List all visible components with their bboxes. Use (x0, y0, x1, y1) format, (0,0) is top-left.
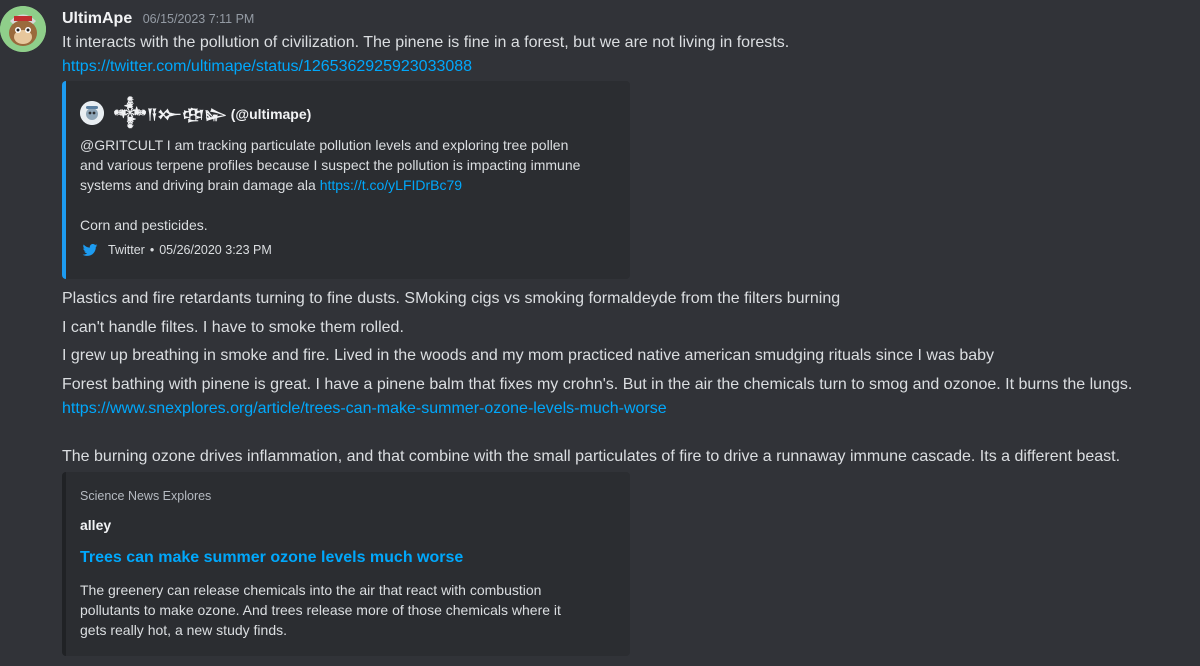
embed-description-line: systems and driving brain damage ala htt… (80, 175, 620, 195)
twitter-embed: 𒀱𒀀𒁍𒂦𒇽 (@ultimape) @GRITCULT I am trackin… (62, 81, 630, 279)
embed-author-avatar[interactable] (80, 101, 104, 125)
embed-footer-source: Twitter (108, 243, 145, 257)
message-text-line: The burning ozone drives inflammation, a… (62, 448, 1121, 465)
article-link[interactable]: https://www.snexplores.org/article/trees… (62, 398, 667, 420)
message-text-line: Plastics and fire retardants turning to … (62, 290, 841, 307)
embed-description: The greenery can release chemicals into … (80, 580, 620, 640)
ape-avatar-icon (0, 6, 46, 52)
embed-description-line: Corn and pesticides. (80, 217, 208, 233)
embed-title-link[interactable]: Trees can make summer ozone levels much … (80, 549, 463, 567)
embed-description-line: The greenery can release chemicals into … (80, 582, 542, 598)
message-text-line: I can't handle filtes. I have to smoke t… (62, 319, 404, 336)
embed-provider[interactable]: Science News Explores (80, 489, 211, 503)
footer-separator: • (149, 243, 155, 257)
embed-description-line: gets really hot, a new study finds. (80, 622, 287, 638)
twitter-bird-icon (82, 244, 98, 256)
embed-footer-date: 05/26/2020 3:23 PM (159, 243, 272, 257)
article-embed: Science News Explores alley Trees can ma… (62, 472, 630, 656)
robot-avatar-icon (80, 101, 104, 125)
username[interactable]: UltimApe (62, 10, 132, 27)
embed-author: 𒀱𒀀𒁍𒂦𒇽 (@ultimape) (80, 101, 311, 125)
embed-description-line: @GRITCULT I am tracking particulate poll… (80, 137, 569, 153)
message-text-line: It interacts with the pollution of civil… (62, 34, 790, 51)
embed-description-line: and various terpene profiles because I s… (80, 157, 581, 173)
message-text-line: Forest bathing with pinene is great. I h… (62, 376, 1133, 393)
embed-description-line: pollutants to make ozone. And trees rele… (80, 602, 561, 618)
timestamp: 06/15/2023 7:11 PM (142, 12, 255, 26)
message-header: UltimApe 06/15/2023 7:11 PM (62, 10, 254, 30)
embed-description: @GRITCULT I am tracking particulate poll… (80, 135, 620, 235)
user-avatar[interactable] (0, 6, 46, 52)
message-text-line: I grew up breathing in smoke and fire. L… (62, 347, 995, 364)
embed-description-text: systems and driving brain damage ala (80, 177, 320, 193)
embed-author-name[interactable]: 𒀱𒀀𒁍𒂦𒇽 (@ultimape) (113, 97, 311, 129)
twitter-status-link[interactable]: https://twitter.com/ultimape/status/1265… (62, 56, 472, 78)
embed-footer: Twitter • 05/26/2020 3:23 PM (82, 242, 272, 258)
embed-short-link[interactable]: https://t.co/yLFIDrBc79 (320, 177, 462, 193)
chat-message: UltimApe 06/15/2023 7:11 PM It interacts… (0, 0, 1200, 666)
embed-author-name: alley (80, 517, 112, 533)
